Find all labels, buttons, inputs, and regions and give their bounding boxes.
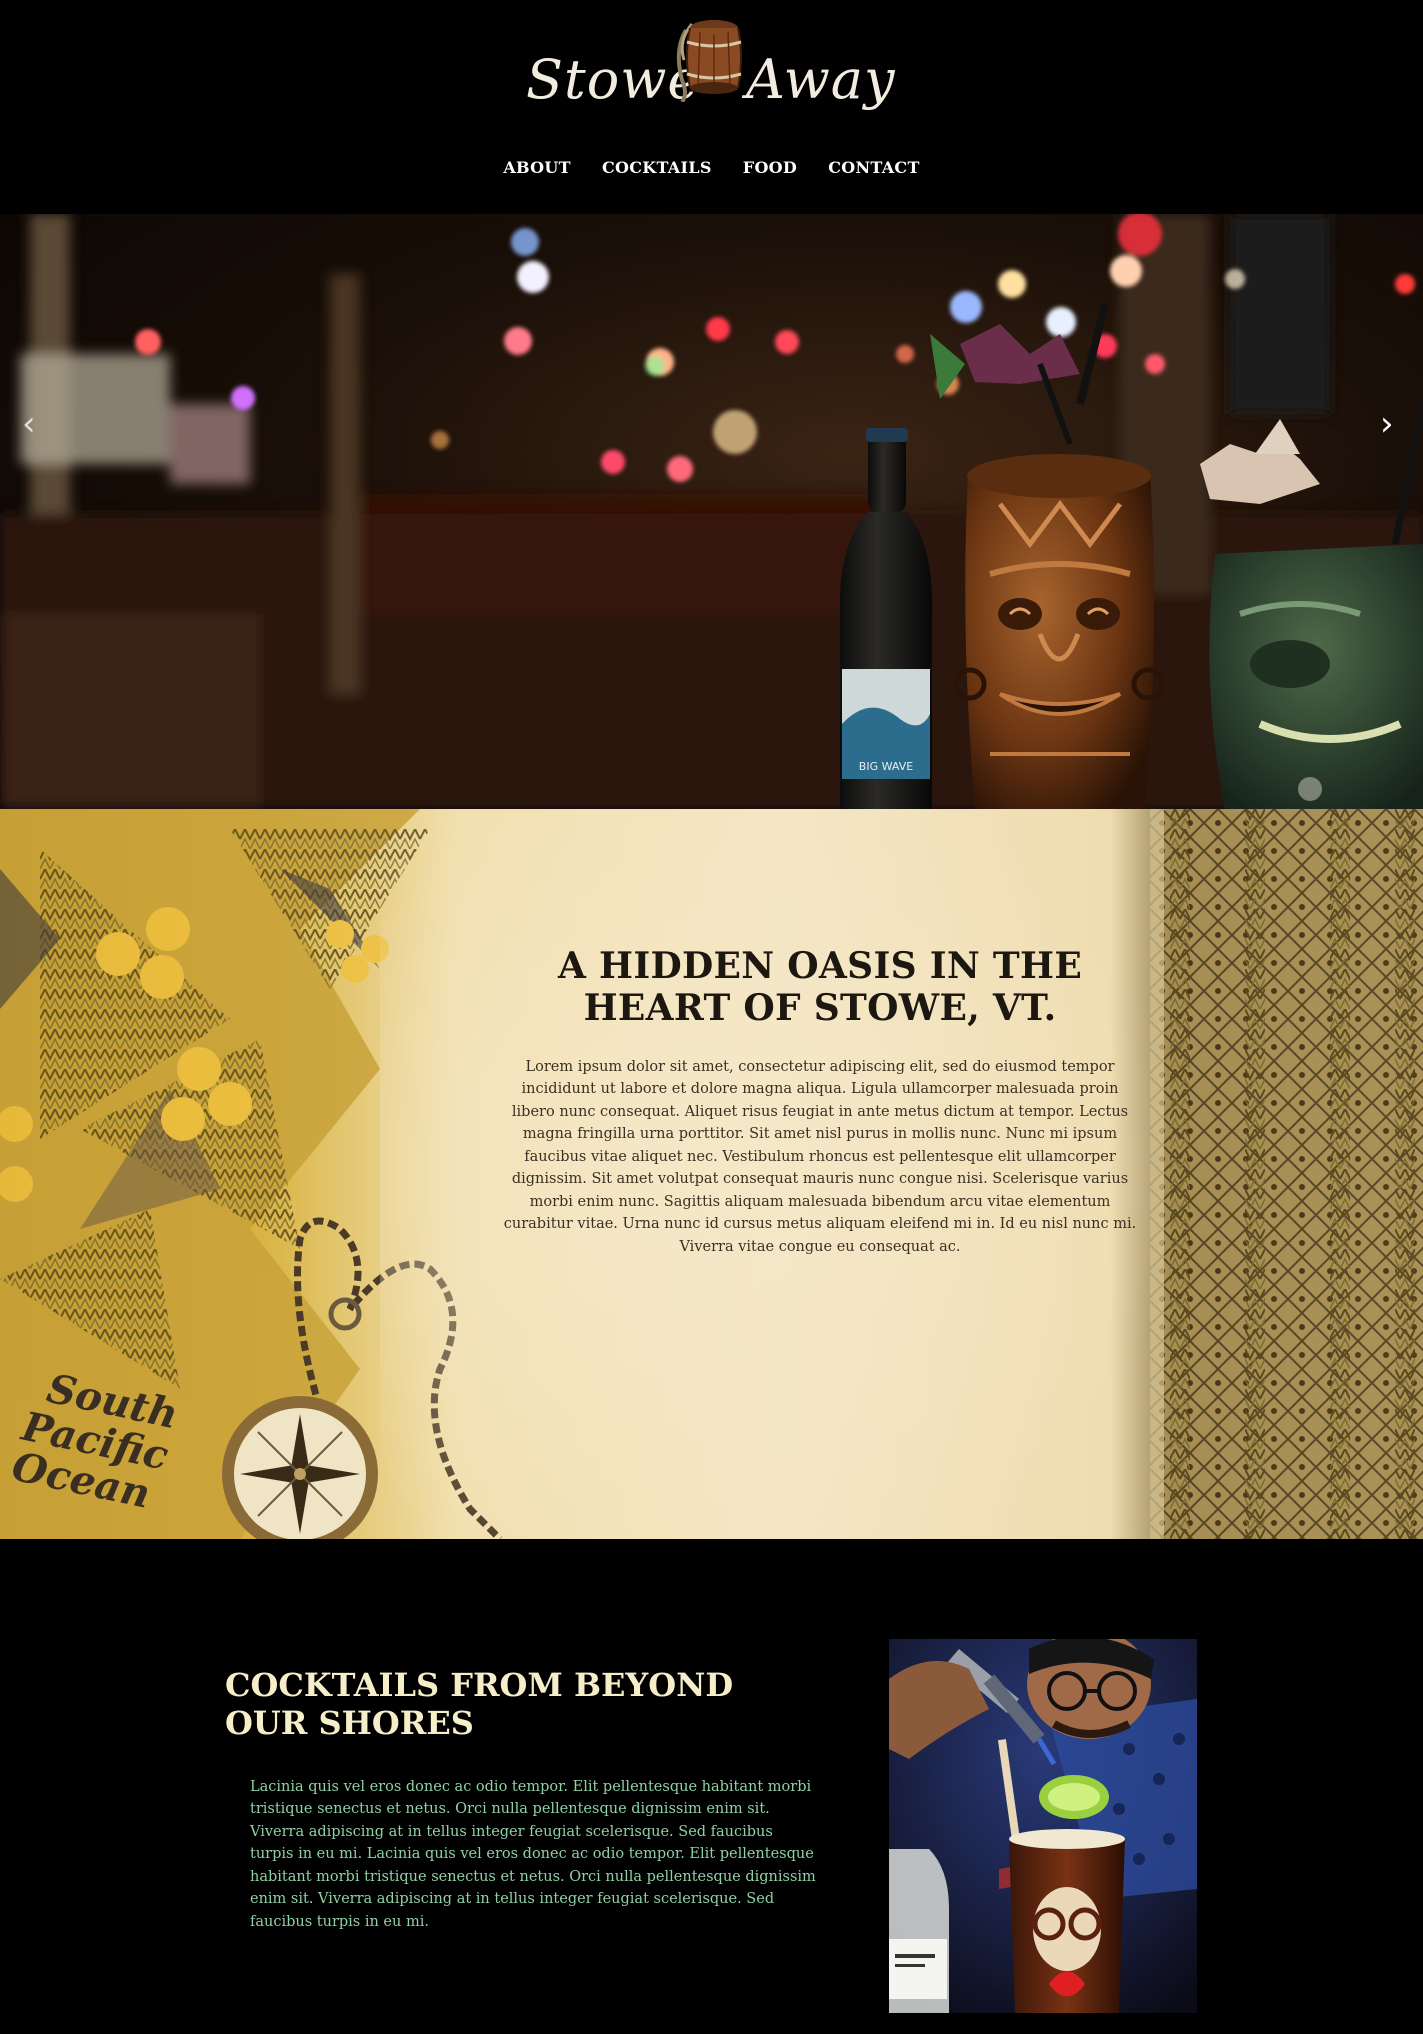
- cocktails-title: COCKTAILS FROM BEYOND OUR SHORES: [225, 1665, 734, 1742]
- nav-item-contact[interactable]: CONTACT: [828, 158, 919, 177]
- hero-image: BIG WAVE: [0, 214, 1423, 809]
- site-header: Stowe Away ABOUT COCKTAILS FOOD CONTACT: [0, 0, 1423, 214]
- barrel-icon: [676, 20, 742, 102]
- chevron-left-icon[interactable]: ‹: [22, 404, 36, 444]
- cocktails-section: COCKTAILS FROM BEYOND OUR SHORES Lacinia…: [0, 1539, 1423, 2034]
- intro-body: Lorem ipsum dolor sit amet, consectetur …: [503, 1058, 1137, 1255]
- nav-item-food[interactable]: FOOD: [743, 158, 797, 177]
- bottle-label: BIG WAVE: [859, 760, 913, 773]
- about-section: South Pacific Ocean A HIDDEN OASIS IN TH…: [0, 809, 1423, 1539]
- green-tiki-mug: [1200, 403, 1423, 809]
- nav-item-cocktails[interactable]: COCKTAILS: [602, 158, 712, 177]
- cocktails-body: Lacinia quis vel eros donec ac odio temp…: [250, 1778, 816, 1930]
- main-nav: ABOUT COCKTAILS FOOD CONTACT: [0, 158, 1423, 177]
- logo-text-right: Away: [746, 48, 896, 111]
- hero-slider: BIG WAVE ‹ ›: [0, 214, 1423, 809]
- tapa-cloth-art: [1150, 809, 1423, 1539]
- bartender-photo: [889, 1639, 1197, 2013]
- chevron-right-icon[interactable]: ›: [1380, 404, 1394, 444]
- intro-title: A HIDDEN OASIS IN THE HEART OF STOWE, VT…: [557, 945, 1083, 1030]
- beer-bottle: BIG WAVE: [839, 428, 933, 809]
- nav-item-about[interactable]: ABOUT: [503, 158, 571, 177]
- site-logo[interactable]: Stowe Away: [520, 8, 900, 133]
